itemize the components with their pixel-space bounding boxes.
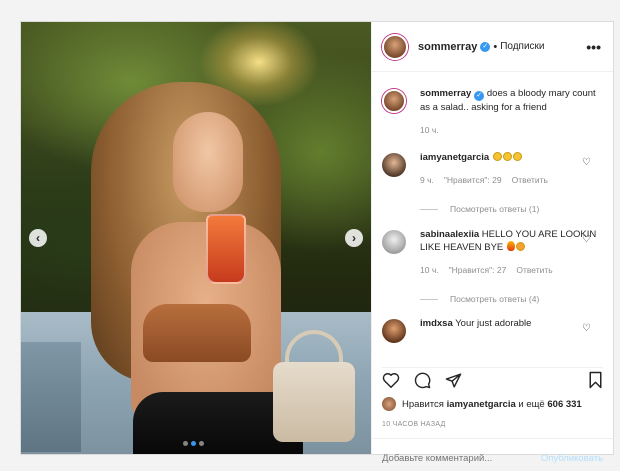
caption-body: sommerray ✓ does a bloody mary count as a…	[420, 87, 601, 137]
likes-user[interactable]: iamyanetgarcia	[447, 399, 516, 410]
carousel-dot-active	[191, 441, 196, 446]
reply-button[interactable]: Ответить	[516, 264, 552, 277]
comment-username[interactable]: iamyanetgarcia	[420, 152, 489, 163]
comment-item: imdxsa Your just adorable ♡	[382, 317, 601, 343]
comment-item: iamyanetgarcia 9 ч. "Нравится": 29 Ответ…	[382, 151, 601, 216]
comment-meta: 9 ч. "Нравится": 29 Ответить	[420, 174, 601, 187]
post-header: sommerray ✓ • Подписки •••	[372, 22, 613, 72]
verified-icon: ✓	[474, 91, 485, 101]
author-username[interactable]: sommerray	[418, 41, 477, 53]
caption-meta: 10 ч.	[420, 124, 601, 137]
comment-body: iamyanetgarcia 9 ч. "Нравится": 29 Ответ…	[420, 151, 601, 216]
photo-drink-glass	[206, 214, 246, 284]
replies-line	[420, 299, 438, 300]
grinning-face-icon	[502, 152, 512, 161]
heart-eyes-icon	[515, 242, 525, 251]
reply-button[interactable]: Ответить	[512, 174, 548, 187]
comment-bubble-icon[interactable]	[414, 372, 431, 394]
view-replies-label: Посмотреть ответы (1)	[450, 204, 540, 214]
like-comment-heart-icon[interactable]: ♡	[582, 234, 591, 245]
carousel-prev-button[interactable]: ‹	[29, 229, 47, 247]
publish-button[interactable]: Опубликовать	[541, 453, 603, 464]
comment-time[interactable]: 9 ч.	[420, 174, 434, 187]
likes-prefix: Нравится	[402, 398, 444, 410]
liker-avatar	[382, 397, 396, 411]
photo-bench-left	[21, 342, 81, 452]
comment-input[interactable]	[382, 453, 541, 464]
comment-item: sabinaalexiia HELLO YOU ARE LOOKIN LIKE …	[382, 228, 601, 306]
more-options-icon[interactable]: •••	[586, 39, 601, 55]
post-side-panel: sommerray ✓ • Подписки ••• sommerray ✓ do…	[371, 22, 613, 464]
comments-list: sommerray ✓ does a bloody mary count as a…	[372, 73, 613, 365]
add-comment-bar: Опубликовать	[372, 438, 613, 471]
photo-bag	[273, 362, 355, 442]
commenter-avatar[interactable]	[382, 319, 406, 343]
comment-time[interactable]: 10 ч.	[420, 264, 439, 277]
post-modal: ‹ › sommerray ✓ • Подписки ••• sommerray…	[20, 21, 614, 464]
grinning-face-icon	[512, 152, 522, 161]
comment-body: sabinaalexiia HELLO YOU ARE LOOKIN LIKE …	[420, 228, 601, 306]
comment-likes[interactable]: "Нравится": 27	[449, 264, 507, 277]
post-photo[interactable]: ‹ ›	[21, 22, 371, 454]
comment-username[interactable]: sabinaalexiia	[420, 229, 479, 240]
caption: sommerray ✓ does a bloody mary count as a…	[382, 87, 601, 137]
fire-icon	[506, 241, 515, 251]
share-plane-icon[interactable]	[445, 372, 462, 394]
comment-meta: 10 ч. "Нравится": 27 Ответить	[420, 264, 601, 277]
comment-body: imdxsa Your just adorable	[420, 317, 601, 343]
likes-summary[interactable]: Нравится iamyanetgarcia и ещё 606 331	[382, 397, 582, 411]
carousel-dots	[183, 441, 204, 446]
post-timestamp: 10 ЧАСОВ НАЗАД	[382, 421, 446, 428]
verified-icon: ✓	[480, 41, 491, 52]
photo-person-top	[143, 304, 251, 362]
caption-username[interactable]: sommerray	[420, 88, 471, 99]
action-bar	[382, 367, 603, 393]
bookmark-icon[interactable]	[588, 371, 603, 394]
header-separator: •	[493, 40, 498, 53]
caption-time[interactable]: 10 ч.	[420, 124, 439, 137]
view-replies-label: Посмотреть ответы (4)	[450, 294, 540, 304]
like-comment-heart-icon[interactable]: ♡	[582, 157, 591, 168]
carousel-next-button[interactable]: ›	[345, 229, 363, 247]
view-replies-button[interactable]: Посмотреть ответы (4)	[420, 293, 601, 306]
comment-text: Your just adorable	[455, 318, 532, 329]
carousel-dot	[199, 441, 204, 446]
likes-count[interactable]: 606 331	[547, 399, 581, 410]
like-comment-heart-icon[interactable]: ♡	[582, 323, 591, 334]
carousel-dot	[183, 441, 188, 446]
replies-line	[420, 209, 438, 210]
following-button[interactable]: Подписки	[500, 41, 544, 52]
comment-username[interactable]: imdxsa	[420, 318, 453, 329]
like-heart-icon[interactable]	[382, 372, 400, 393]
view-replies-button[interactable]: Посмотреть ответы (1)	[420, 203, 601, 216]
photo-person-face	[173, 112, 243, 212]
likes-conj: и ещё	[518, 398, 545, 410]
commenter-avatar[interactable]	[382, 230, 406, 254]
commenter-avatar[interactable]	[382, 153, 406, 177]
author-avatar[interactable]	[382, 33, 408, 60]
grinning-face-icon	[492, 152, 502, 161]
caption-avatar[interactable]	[382, 89, 406, 113]
comment-likes[interactable]: "Нравится": 29	[444, 174, 502, 187]
